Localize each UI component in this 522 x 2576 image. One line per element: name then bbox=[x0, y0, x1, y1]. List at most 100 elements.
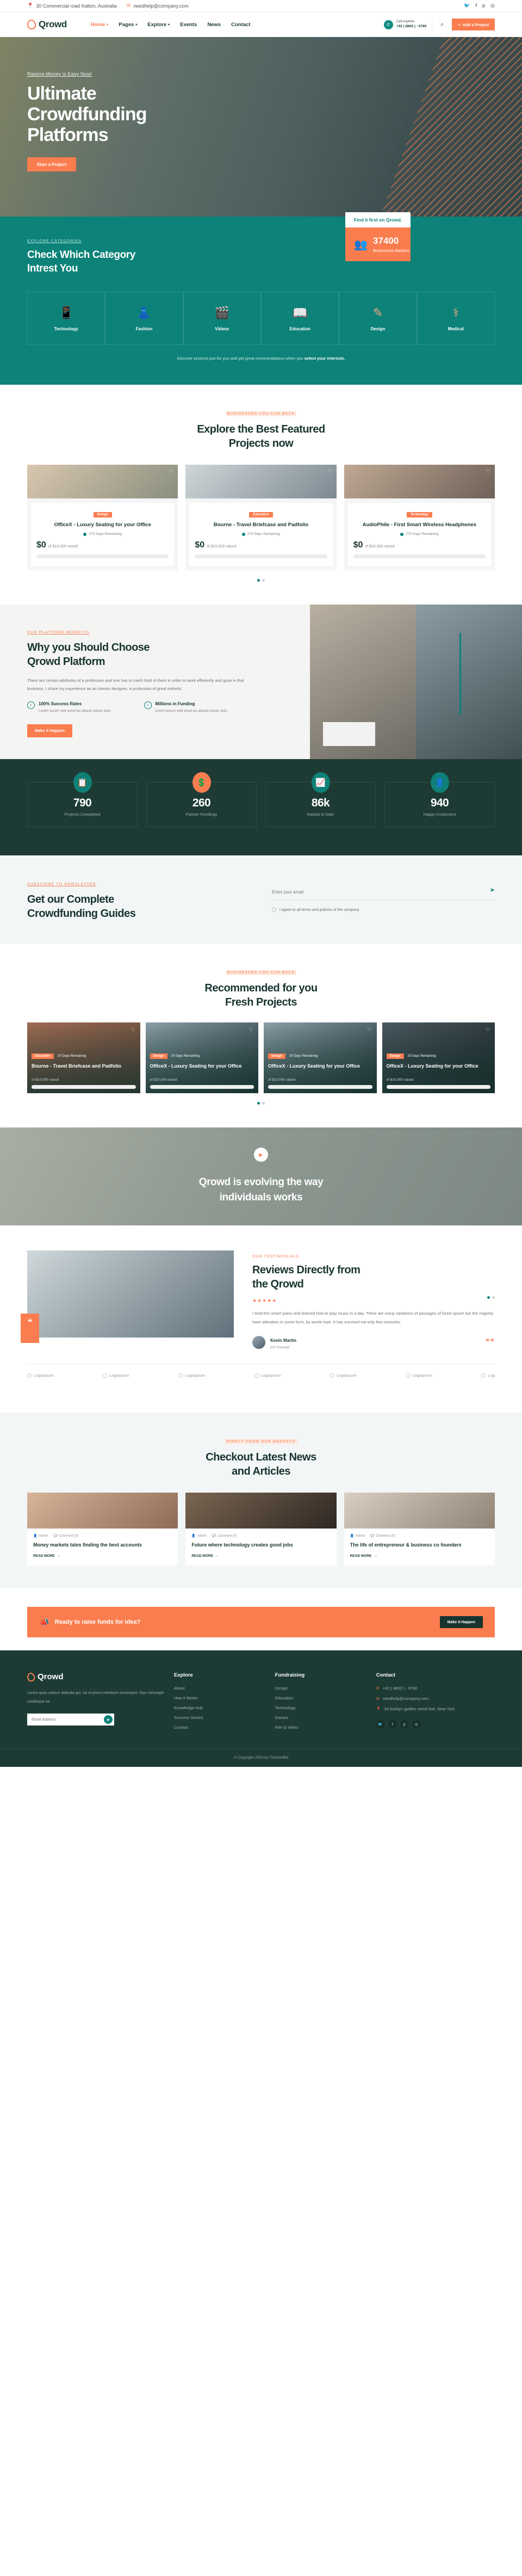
nav-item-contact[interactable]: Contact bbox=[231, 22, 250, 28]
carousel-dot[interactable] bbox=[487, 1296, 490, 1299]
heart-icon[interactable]: ♡ bbox=[249, 1027, 253, 1033]
play-icon[interactable]: ▶ bbox=[254, 1148, 268, 1162]
carousel-dot[interactable] bbox=[257, 579, 260, 582]
heart-icon[interactable]: ♡ bbox=[486, 1027, 490, 1033]
facebook-icon[interactable]: f bbox=[476, 3, 477, 9]
instagram-icon[interactable]: ◎ bbox=[490, 3, 495, 9]
send-icon[interactable]: ➤ bbox=[490, 886, 495, 893]
blog-image bbox=[185, 1493, 337, 1529]
book-icon: 📖 bbox=[292, 305, 308, 319]
twitter-icon[interactable]: 🐦 bbox=[376, 1720, 385, 1729]
project-time: 275 Days Remaining bbox=[406, 532, 439, 537]
blog-card[interactable]: 👤 Admin 💬 Comment (0) Money markets tales f… bbox=[27, 1493, 178, 1566]
pinterest-icon[interactable]: p bbox=[482, 3, 485, 9]
nav-item-explore[interactable]: Explore ▾ bbox=[147, 22, 170, 28]
newsletter-section: SUBSCRIBE TO NEWSLETTER Get our Complete… bbox=[0, 855, 522, 944]
recommended-card[interactable]: ♡ Design 20 Days Remaining OfficeX - Luxu… bbox=[382, 1022, 495, 1093]
brand-logo[interactable]: Qrowd bbox=[26, 19, 67, 30]
newsletter-email-input[interactable] bbox=[272, 888, 495, 901]
carousel-dot[interactable] bbox=[257, 1101, 260, 1105]
category-education[interactable]: 📖 Education bbox=[260, 292, 339, 346]
project-card[interactable]: ♡ Education Bourne - Travel Briefcase an… bbox=[185, 465, 337, 571]
footer-contact-title: Contact bbox=[376, 1672, 396, 1679]
footer-email[interactable]: ✉ needhelp@company.com bbox=[376, 1696, 495, 1701]
search-icon[interactable]: ⌕ bbox=[438, 20, 446, 29]
carousel-dot[interactable] bbox=[492, 1296, 495, 1299]
read-more-link[interactable]: READ MORE → bbox=[191, 1554, 330, 1558]
avatar bbox=[252, 1335, 265, 1349]
twitter-icon[interactable]: 🐦 bbox=[464, 3, 470, 9]
why-title-line2: Qrowd Platform bbox=[27, 656, 105, 668]
read-more-link[interactable]: READ MORE → bbox=[33, 1554, 172, 1558]
project-time: 275 Days Remaining bbox=[89, 532, 122, 537]
testimonial-role: CO Founder bbox=[270, 1346, 290, 1350]
blog-card[interactable]: 👤 Admin 💬 Comment (0) The life of entrepren… bbox=[344, 1493, 495, 1566]
footer-logo[interactable]: Qrowd bbox=[26, 1672, 164, 1683]
terms-radio[interactable] bbox=[272, 908, 276, 913]
footer-link[interactable]: Success Stories bbox=[174, 1715, 265, 1720]
project-card[interactable]: ♡ Design OfficeX - Luxury Seating for yo… bbox=[27, 465, 178, 571]
categories-note-link[interactable]: select your interests. bbox=[304, 356, 345, 361]
footer-phone[interactable]: ✆ +92 ( 8800 ) - 6780 bbox=[376, 1686, 495, 1691]
testimonials-title-line2: the Qrowd bbox=[252, 1278, 304, 1290]
recommended-card[interactable]: ♡ Education 20 Days Remaining Bourne - Tr… bbox=[27, 1022, 140, 1093]
carousel-dots[interactable] bbox=[27, 579, 495, 582]
footer-link[interactable]: Technology bbox=[275, 1705, 366, 1710]
start-project-button[interactable]: Start a Project bbox=[27, 157, 77, 172]
make-it-happen-button[interactable]: Make it Happen bbox=[27, 724, 73, 737]
call-anytime[interactable]: ✆ Call Anytime +92 ( 8800 ) - 6780 bbox=[383, 20, 433, 29]
counter-label: Happy Customers bbox=[423, 811, 456, 817]
add-project-button[interactable]: + Add a Project bbox=[452, 19, 495, 30]
footer-link[interactable]: Contact bbox=[174, 1725, 265, 1730]
progress-bar bbox=[150, 1084, 254, 1089]
nav-item-news[interactable]: News bbox=[207, 22, 221, 28]
heart-icon[interactable]: ♡ bbox=[486, 469, 490, 474]
footer-email-input[interactable] bbox=[32, 1717, 110, 1722]
nav-item-pages[interactable]: Pages ▾ bbox=[119, 22, 137, 28]
nav-item-home[interactable]: Home ▾ bbox=[91, 22, 108, 28]
carousel-dot[interactable] bbox=[262, 579, 265, 582]
footer-link[interactable]: Film & Video bbox=[275, 1725, 366, 1730]
topbar-social[interactable]: 🐦 f p ◎ bbox=[464, 3, 495, 9]
heart-icon[interactable]: ♡ bbox=[367, 1027, 371, 1033]
blog-card[interactable]: 👤 Admin 💬 Comment (0) Future where technolo… bbox=[185, 1493, 337, 1566]
heart-icon[interactable]: ♡ bbox=[130, 1027, 135, 1033]
category-videos[interactable]: 🎬 Videos bbox=[183, 292, 261, 346]
cta-button[interactable]: Make it Happen bbox=[439, 1616, 483, 1629]
project-time: 20 Days Remaining bbox=[58, 1054, 86, 1058]
category-fashion[interactable]: 👗 Fashion bbox=[105, 292, 183, 346]
carousel-dots[interactable] bbox=[27, 1101, 495, 1105]
nav-item-events[interactable]: Events bbox=[180, 22, 197, 28]
project-tag: Design bbox=[150, 1053, 167, 1059]
footer-link[interactable]: How it Works bbox=[174, 1696, 265, 1700]
footer-link[interactable]: Knowledge Hub bbox=[174, 1705, 265, 1710]
partner-logo-label: Logoipsum bbox=[336, 1373, 357, 1378]
heart-icon[interactable]: ♡ bbox=[328, 469, 332, 474]
category-technology[interactable]: 📱 Technology bbox=[27, 292, 105, 346]
footer-link[interactable]: Games bbox=[275, 1715, 366, 1720]
heart-icon[interactable]: ♡ bbox=[169, 469, 173, 474]
footer-link[interactable]: About bbox=[174, 1686, 265, 1691]
carousel-dot[interactable] bbox=[262, 1101, 265, 1105]
send-icon[interactable]: ➤ bbox=[104, 1715, 113, 1724]
topbar-email[interactable]: ✉ needhelp@company.com bbox=[127, 3, 189, 9]
project-tag: Technology bbox=[406, 512, 432, 518]
logo-circle-icon bbox=[27, 1373, 32, 1378]
backers-label: Businesses Backers bbox=[372, 248, 410, 253]
instagram-icon[interactable]: ◎ bbox=[412, 1720, 421, 1729]
recommended-card[interactable]: ♡ Design 20 Days Remaining OfficeX - Luxu… bbox=[264, 1022, 377, 1093]
project-card[interactable]: ♡ Technology AudioPhile - First Smart Wi… bbox=[344, 465, 495, 571]
pinterest-icon[interactable]: p bbox=[400, 1720, 409, 1729]
hero-eyebrow: Raising Money is Easy Now! bbox=[27, 71, 92, 77]
read-more-link[interactable]: READ MORE → bbox=[350, 1554, 489, 1558]
counter-item: 👤 940 Happy Customers bbox=[384, 772, 495, 827]
category-label: Medical bbox=[448, 326, 464, 331]
category-medical[interactable]: ⚕ Medical bbox=[417, 292, 495, 346]
footer-link[interactable]: Education bbox=[275, 1696, 366, 1700]
footer-link[interactable]: Design bbox=[275, 1686, 366, 1691]
facebook-icon[interactable]: f bbox=[388, 1720, 397, 1729]
recommended-card[interactable]: ♡ Design 20 Days Remaining OfficeX - Luxu… bbox=[145, 1022, 258, 1093]
testimonial-dots[interactable] bbox=[487, 1296, 495, 1299]
category-design[interactable]: ✎ Design bbox=[339, 292, 417, 346]
footer-address: 📍 30 broklyn golden street line, New York bbox=[376, 1706, 455, 1712]
